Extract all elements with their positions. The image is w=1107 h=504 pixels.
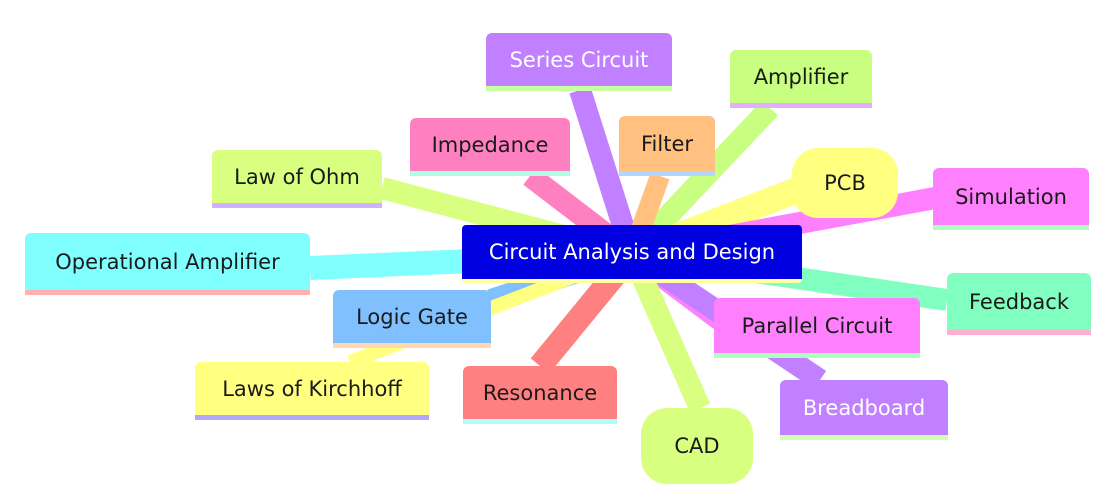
- node-parallel-circuit[interactable]: Parallel Circuit: [714, 298, 920, 358]
- node-label: PCB: [824, 171, 866, 195]
- node-law-of-ohm[interactable]: Law of Ohm: [212, 150, 382, 208]
- central-topic-label: Circuit Analysis and Design: [488, 240, 776, 264]
- node-label: Filter: [640, 131, 693, 156]
- central-topic[interactable]: Circuit Analysis and Design: [462, 225, 802, 283]
- node-operational-amplifier[interactable]: Operational Amplifier: [25, 233, 310, 295]
- node-label: Amplifier: [753, 64, 849, 89]
- node-breadboard[interactable]: Breadboard: [780, 380, 948, 440]
- node-label: Logic Gate: [356, 304, 468, 329]
- node-simulation[interactable]: Simulation: [933, 168, 1089, 230]
- node-cad[interactable]: CAD: [641, 408, 753, 484]
- node-label: Feedback: [968, 289, 1069, 314]
- node-label: Impedance: [431, 132, 549, 157]
- node-amplifier[interactable]: Amplifier: [730, 50, 872, 108]
- node-label: Laws of Kirchhoff: [222, 376, 402, 401]
- node-feedback[interactable]: Feedback: [947, 273, 1091, 335]
- node-logic-gate[interactable]: Logic Gate: [333, 290, 491, 348]
- node-laws-of-kirchhoff[interactable]: Laws of Kirchhoff: [195, 362, 429, 420]
- node-label: Series Circuit: [509, 47, 649, 72]
- node-label: Operational Amplifier: [55, 249, 280, 274]
- node-label: Resonance: [482, 380, 598, 405]
- node-label: Law of Ohm: [234, 164, 360, 189]
- node-resonance[interactable]: Resonance: [463, 366, 617, 424]
- node-label: CAD: [674, 434, 720, 458]
- node-label: Breadboard: [802, 395, 926, 420]
- node-label: Parallel Circuit: [741, 313, 893, 338]
- node-impedance[interactable]: Impedance: [410, 118, 570, 176]
- node-filter[interactable]: Filter: [619, 116, 715, 176]
- node-label: Simulation: [955, 184, 1067, 209]
- node-pcb[interactable]: PCB: [792, 148, 898, 218]
- node-series-circuit[interactable]: Series Circuit: [486, 33, 672, 91]
